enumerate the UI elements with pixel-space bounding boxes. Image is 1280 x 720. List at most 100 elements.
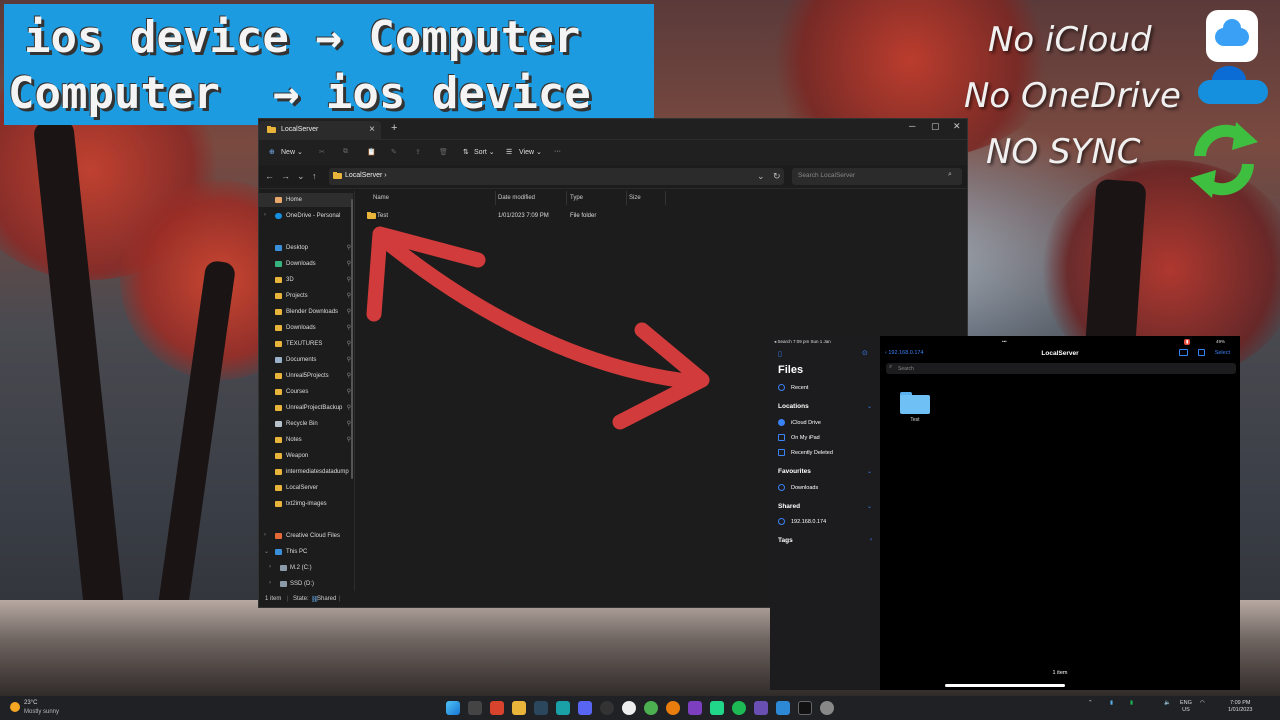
close-window-icon[interactable]: ✕ xyxy=(953,121,961,132)
delete-icon[interactable]: 🗑 xyxy=(439,148,448,156)
expand-chevron-icon[interactable]: › xyxy=(269,564,271,570)
sidebar-item-recently-deleted[interactable]: Recently Deleted xyxy=(778,448,878,458)
nav-item-localserver[interactable]: LocalServer xyxy=(259,481,353,495)
nav-item-onedrive[interactable]: › OneDrive - Personal xyxy=(259,209,353,223)
more-icon[interactable]: ⊙ xyxy=(862,349,868,357)
clock[interactable]: 7:09 PM 1/01/2023 xyxy=(1228,700,1252,714)
nav-item-unreal5projects[interactable]: Unreal5Projects ⚲ xyxy=(259,369,353,383)
grid-view-icon[interactable] xyxy=(1198,349,1205,356)
chevron-down-icon[interactable]: ⌄ xyxy=(867,468,872,475)
nav-item-blender-downloads[interactable]: Blender Downloads ⚲ xyxy=(259,305,353,319)
cut-icon[interactable]: ✂ xyxy=(319,148,325,156)
maximize-icon[interactable]: ▢ xyxy=(931,121,940,132)
visual-studio-code-icon[interactable] xyxy=(776,701,790,715)
nav-item-creative-cloud-files[interactable]: › Creative Cloud Files xyxy=(259,529,353,543)
nav-item-txt2img-images[interactable]: txt2img-images xyxy=(259,497,353,511)
new-button[interactable]: New ⌄ xyxy=(281,148,303,156)
nav-item-texutures[interactable]: TEXUTURES ⚲ xyxy=(259,337,353,351)
sort-button[interactable]: Sort ⌄ xyxy=(474,148,495,156)
collapse-chevron-icon[interactable]: ⌄ xyxy=(264,548,269,555)
nav-item-recycle-bin[interactable]: Recycle Bin ⚲ xyxy=(259,417,353,431)
column-header-type[interactable]: Type xyxy=(570,195,583,201)
sidebar-item-downloads[interactable]: Downloads xyxy=(778,483,878,493)
chevron-down-icon[interactable]: ⌄ xyxy=(867,503,872,510)
sidebar-item-icloud-drive[interactable]: iCloud Drive xyxy=(778,418,878,428)
view-button[interactable]: View ⌄ xyxy=(519,148,542,156)
language-indicator[interactable]: ENG US xyxy=(1180,700,1192,714)
refresh-icon[interactable]: ↻ xyxy=(773,171,781,182)
column-divider[interactable] xyxy=(495,191,496,205)
column-divider[interactable] xyxy=(566,191,567,205)
rename-icon[interactable]: ✎ xyxy=(391,148,397,156)
discord-icon[interactable] xyxy=(578,701,592,715)
address-dropdown-icon[interactable]: ⌄ xyxy=(757,171,765,182)
breadcrumb[interactable]: LocalServer › xyxy=(345,172,387,179)
network-icon[interactable]: ▮ xyxy=(1110,700,1113,707)
folder-label[interactable]: Test xyxy=(900,417,930,423)
edge-icon[interactable] xyxy=(556,701,570,715)
nav-item-projects[interactable]: Projects ⚲ xyxy=(259,289,353,303)
chevron-right-icon[interactable]: › xyxy=(870,537,872,543)
column-header-size[interactable]: Size xyxy=(629,195,641,201)
nav-scrollbar[interactable] xyxy=(351,199,353,479)
folder-icon[interactable] xyxy=(900,392,930,414)
nav-item-courses[interactable]: Courses ⚲ xyxy=(259,385,353,399)
shared-header[interactable]: Shared xyxy=(778,503,800,510)
start-icon[interactable] xyxy=(446,701,460,715)
sidebar-toggle-icon[interactable]: ▯ xyxy=(778,350,782,358)
tags-header[interactable]: Tags xyxy=(778,537,793,544)
blender-icon[interactable] xyxy=(666,701,680,715)
new-tab-button[interactable]: + xyxy=(391,122,397,134)
close-tab-icon[interactable]: × xyxy=(369,124,375,135)
nav-item-home[interactable]: Home xyxy=(259,193,353,207)
nav-item-downloads-2[interactable]: Downloads ⚲ xyxy=(259,321,353,335)
expand-chevron-icon[interactable]: › xyxy=(269,580,271,586)
nav-item-weapon[interactable]: Weapon xyxy=(259,449,353,463)
search-input[interactable]: Search LocalServer ⌕ xyxy=(792,168,962,185)
sidebar-item-server[interactable]: 192.168.0.174 xyxy=(778,517,878,527)
nav-item-this-pc[interactable]: ⌄ This PC xyxy=(259,545,353,559)
chevron-down-icon[interactable]: ⌄ xyxy=(867,403,872,410)
obs-icon[interactable] xyxy=(600,701,614,715)
copy-icon[interactable]: ⧉ xyxy=(343,148,348,156)
column-header-name[interactable]: Name xyxy=(373,195,389,201)
search-input[interactable]: ⌕ Search xyxy=(886,363,1236,374)
chrome-icon[interactable] xyxy=(644,701,658,715)
column-header-date[interactable]: Date modified xyxy=(498,195,535,201)
unreal-icon[interactable] xyxy=(622,701,636,715)
minimize-icon[interactable]: ─ xyxy=(909,121,915,131)
nav-item-intermediatesdatadump[interactable]: intermediatesdatadump xyxy=(259,465,353,479)
forward-arrow-icon[interactable]: → xyxy=(281,171,290,181)
address-bar[interactable]: LocalServer › ⌄ ↻ xyxy=(329,168,784,185)
nav-item-drive-d[interactable]: › SSD (D:) xyxy=(259,577,353,591)
file-explorer-icon[interactable] xyxy=(512,701,526,715)
tray-overflow-icon[interactable]: ⌃ xyxy=(1088,700,1093,707)
back-arrow-icon[interactable]: ← xyxy=(265,171,274,181)
task-view-icon[interactable] xyxy=(490,701,504,715)
select-button[interactable]: Select xyxy=(1215,350,1230,356)
app-tray-icon[interactable]: ▮ xyxy=(1130,700,1133,707)
new-folder-icon[interactable] xyxy=(1179,349,1188,356)
locations-header[interactable]: Locations xyxy=(778,403,809,410)
search-icon[interactable] xyxy=(468,701,482,715)
visual-studio-icon[interactable] xyxy=(688,701,702,715)
terminal-icon[interactable] xyxy=(798,701,812,715)
wifi-icon[interactable]: ◠ xyxy=(1200,700,1205,707)
column-divider[interactable] xyxy=(626,191,627,205)
nav-item-downloads[interactable]: Downloads ⚲ xyxy=(259,257,353,271)
sidebar-item-on-my-ipad[interactable]: On My iPad xyxy=(778,433,878,443)
sidebar-item-recent[interactable]: Recent xyxy=(778,383,878,393)
nav-item-documents[interactable]: Documents ⚲ xyxy=(259,353,353,367)
nav-item-3d[interactable]: 3D ⚲ xyxy=(259,273,353,287)
home-indicator[interactable] xyxy=(945,684,1065,687)
nav-item-notes[interactable]: Notes ⚲ xyxy=(259,433,353,447)
more-options-button[interactable]: ··· xyxy=(554,148,561,155)
nav-item-desktop[interactable]: Desktop ⚲ xyxy=(259,241,353,255)
settings-icon[interactable] xyxy=(820,701,834,715)
paste-icon[interactable]: 📋 xyxy=(367,148,376,156)
explorer-tab[interactable]: LocalServer × xyxy=(259,121,381,139)
table-row[interactable]: Test 1/01/2023 7:09 PM File folder xyxy=(363,209,663,223)
expand-chevron-icon[interactable]: › xyxy=(264,532,266,538)
column-divider[interactable] xyxy=(665,191,666,205)
up-arrow-icon[interactable]: ↑ xyxy=(312,171,317,181)
